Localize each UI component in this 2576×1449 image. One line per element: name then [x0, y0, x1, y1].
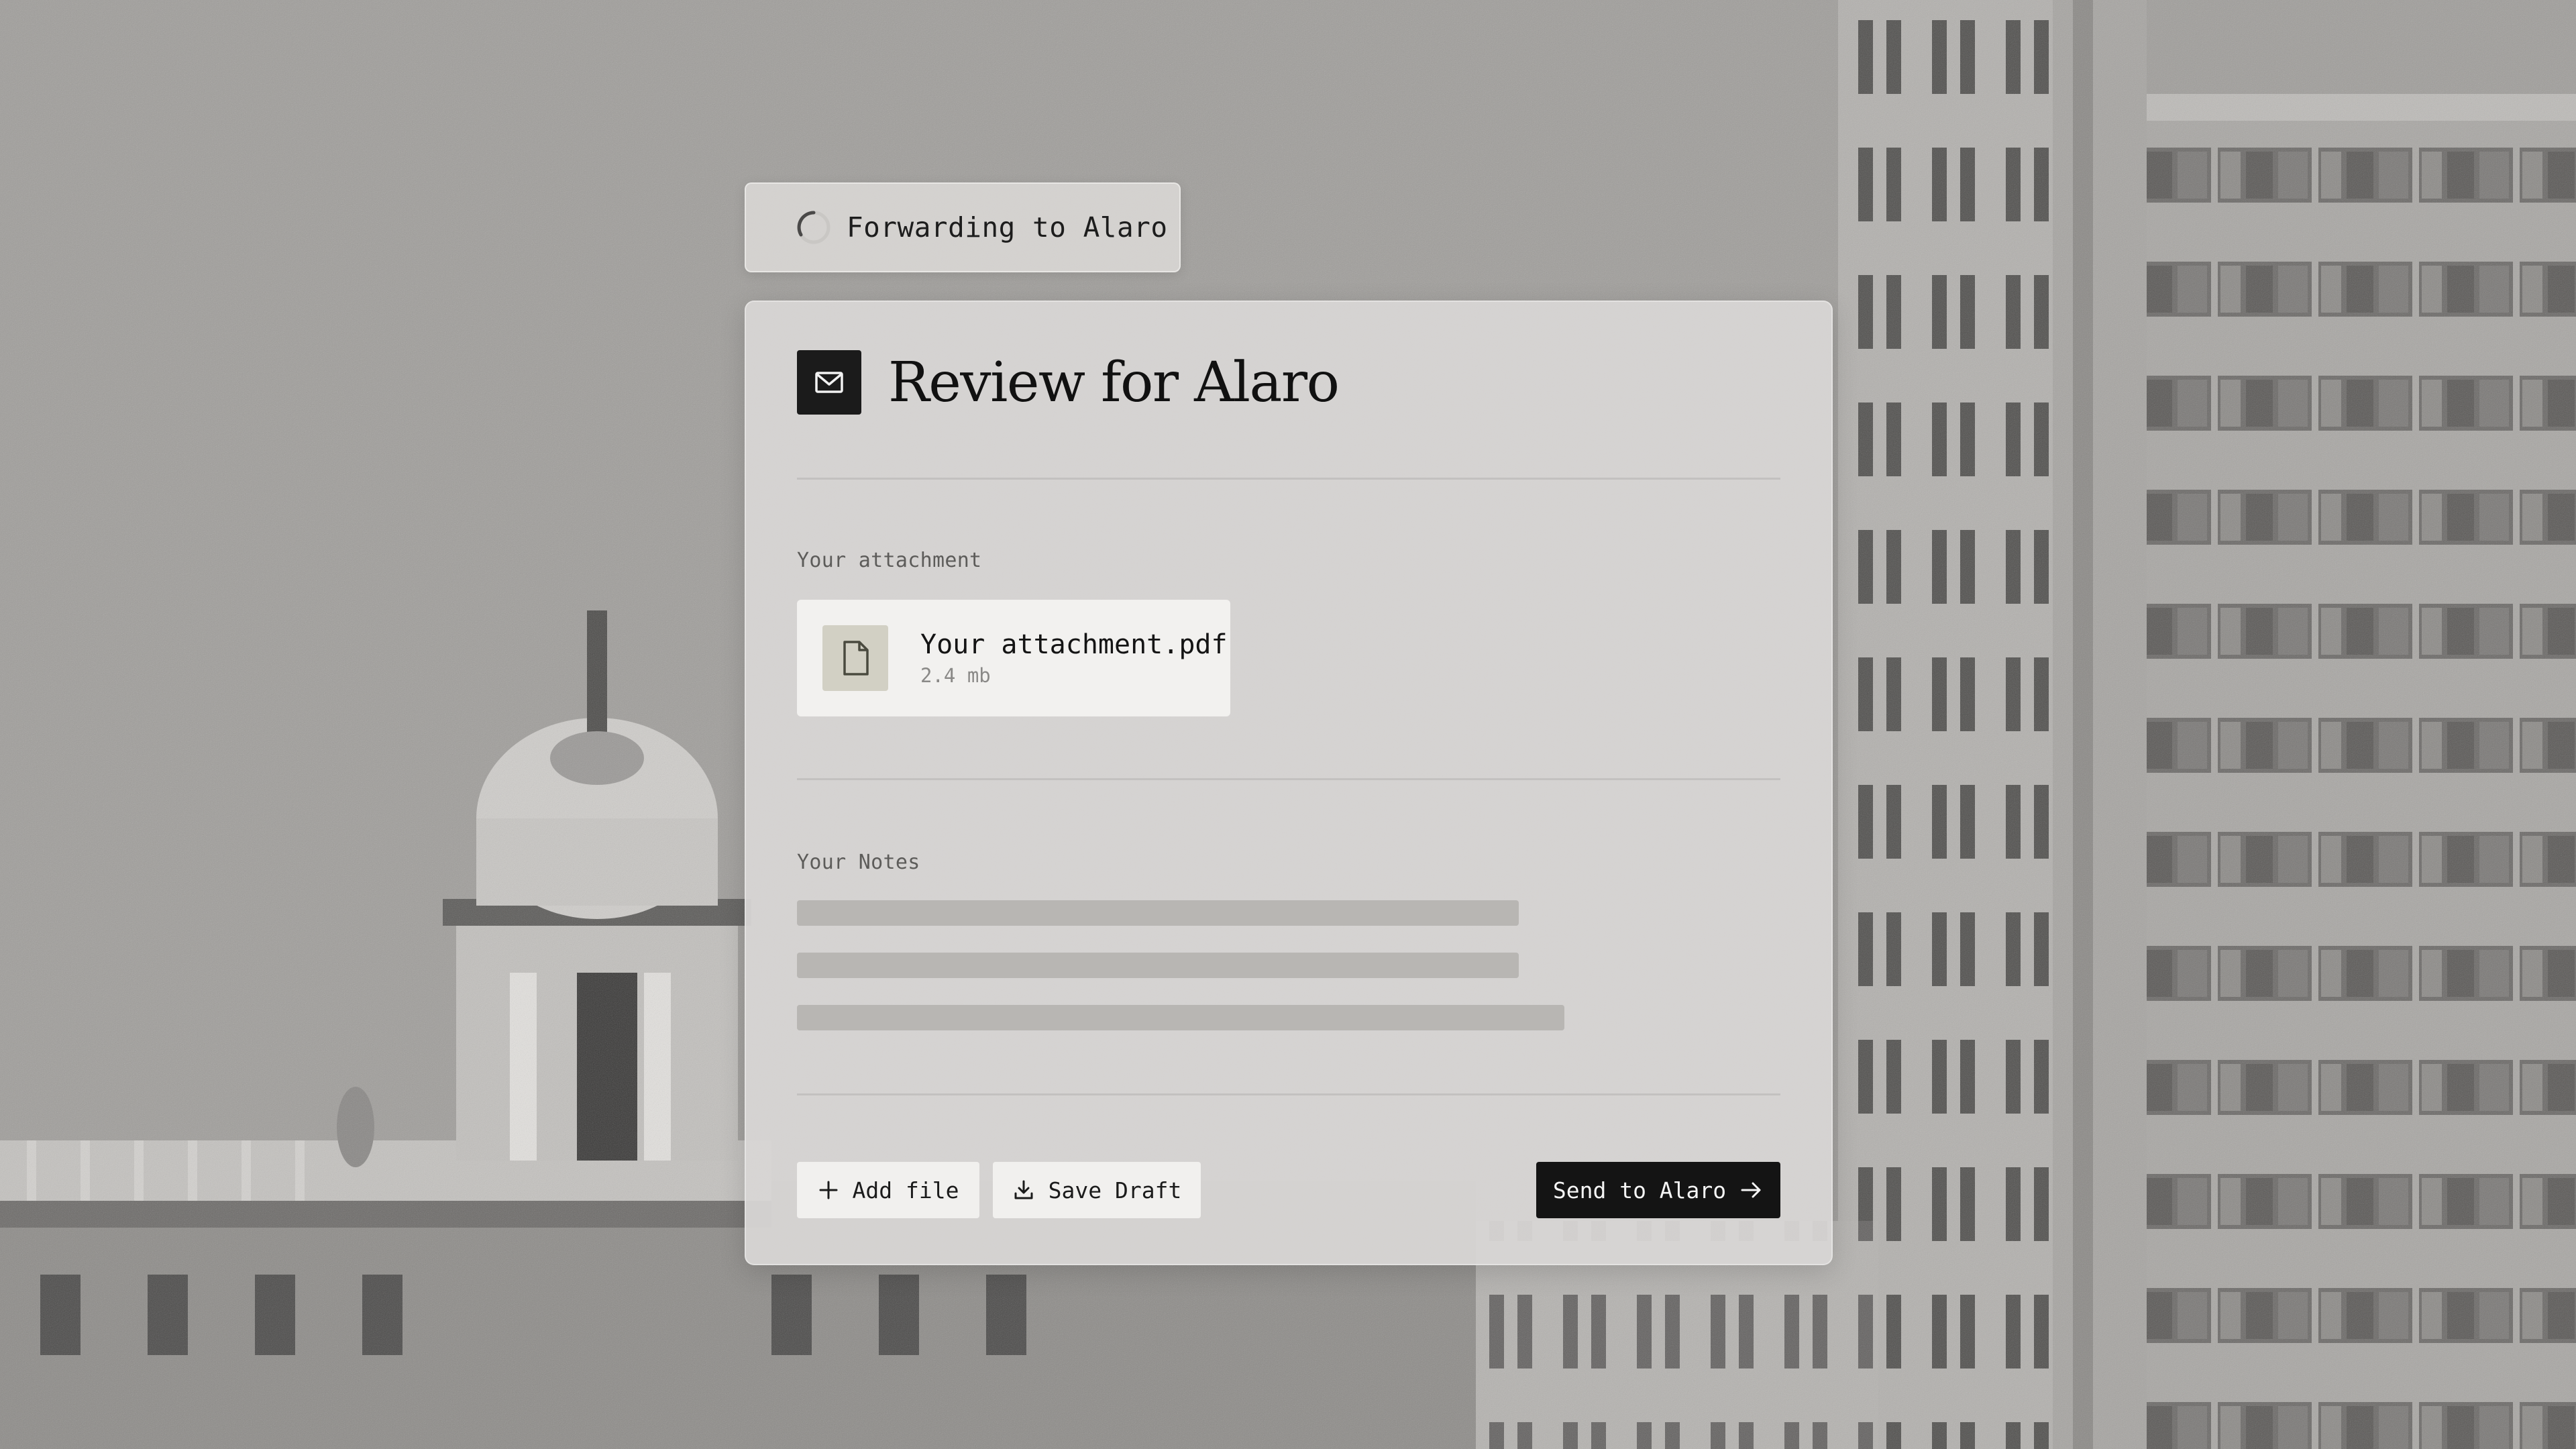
review-card: Review for Alaro Your attachment Your at…	[745, 301, 1833, 1265]
notes-section-label: Your Notes	[797, 851, 920, 874]
plus-icon	[819, 1181, 838, 1199]
save-draft-label: Save Draft	[1048, 1177, 1182, 1203]
file-meta: Your attachment.pdf 2.4 mb	[920, 629, 1228, 687]
divider	[797, 778, 1780, 780]
send-button[interactable]: Send to Alaro	[1536, 1162, 1780, 1218]
send-label: Send to Alaro	[1552, 1177, 1727, 1203]
page-title: Review for Alaro	[888, 350, 1340, 415]
download-icon	[1014, 1180, 1033, 1199]
save-draft-button[interactable]: Save Draft	[993, 1162, 1201, 1218]
notes-skeleton-line	[797, 1005, 1564, 1030]
add-file-label: Add file	[852, 1177, 959, 1203]
status-text: Forwarding to Alaro	[847, 211, 1168, 244]
attachment-item[interactable]: Your attachment.pdf 2.4 mb	[797, 600, 1230, 716]
arrow-right-icon	[1741, 1182, 1761, 1198]
attachment-section-label: Your attachment	[797, 549, 982, 572]
document-icon	[822, 625, 888, 691]
add-file-button[interactable]: Add file	[797, 1162, 979, 1218]
notes-skeleton-line	[797, 953, 1519, 978]
loading-spinner-icon	[797, 211, 830, 244]
notes-skeleton-line	[797, 900, 1519, 926]
card-header: Review for Alaro	[797, 350, 1340, 415]
forwarding-status-toast: Forwarding to Alaro	[745, 182, 1181, 272]
divider	[797, 1093, 1780, 1095]
file-name: Your attachment.pdf	[920, 629, 1228, 660]
file-size: 2.4 mb	[920, 664, 991, 687]
divider	[797, 478, 1780, 480]
mail-icon	[797, 350, 861, 415]
